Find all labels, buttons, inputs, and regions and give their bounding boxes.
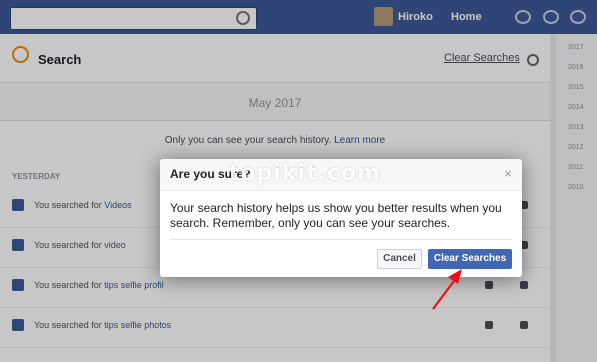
dialog-message: Your search history helps us show you be… (170, 201, 502, 230)
dialog-divider (170, 239, 512, 240)
close-icon[interactable]: × (504, 166, 512, 181)
clear-searches-button[interactable]: Clear Searches (428, 249, 512, 269)
watermark: topikit.com (229, 161, 382, 186)
cancel-button[interactable]: Cancel (377, 249, 422, 269)
